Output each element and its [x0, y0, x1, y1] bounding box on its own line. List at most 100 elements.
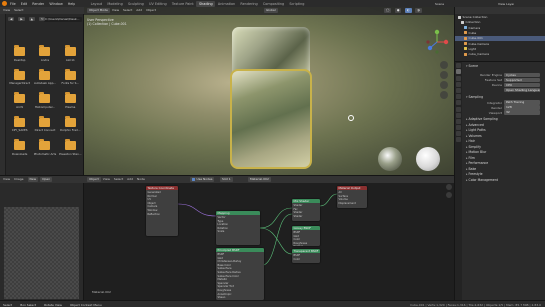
property-value[interactable]: 32	[504, 110, 540, 115]
rendered-shading-icon[interactable]: ◑	[415, 8, 422, 13]
menu-file[interactable]: File	[10, 2, 16, 6]
material-tab-icon[interactable]	[456, 137, 461, 143]
node-socket[interactable]: Shader	[294, 215, 319, 219]
property-value[interactable]: 128	[504, 105, 540, 110]
image-canvas[interactable]	[4, 207, 79, 299]
property-value[interactable]: Open Shading Language	[504, 87, 540, 93]
outliner-row[interactable]: Cube.Camera	[455, 42, 545, 47]
node-socket[interactable]: Normal	[294, 245, 319, 246]
parent-dir-icon[interactable]: ▲	[28, 17, 35, 22]
folder-item[interactable]: Fonts for S...	[58, 68, 83, 85]
outliner-row[interactable]: Collection	[455, 20, 545, 25]
node-socket[interactable]: Displacement	[339, 202, 366, 206]
physics-tab-icon[interactable]	[456, 118, 461, 124]
outliner-row[interactable]: cube_Camera	[455, 52, 545, 57]
menu-help[interactable]: Help	[68, 2, 76, 6]
node-socket[interactable]: Scale	[218, 230, 259, 234]
folder-item[interactable]: Photomatic Arts	[32, 139, 57, 156]
folder-item[interactable]: Andre	[32, 45, 57, 62]
outliner-row[interactable]: Camera	[455, 26, 545, 31]
wireframe-shading-icon[interactable]: ◯	[384, 8, 392, 13]
folder-item[interactable]: Autodesk App...	[32, 68, 57, 85]
view-layer-selector[interactable]: View Layer	[498, 2, 514, 6]
folder-item[interactable]: Plasma	[58, 92, 83, 109]
ie-menu-view[interactable]: View	[3, 177, 10, 181]
node-socket[interactable]: Color	[294, 258, 319, 262]
solid-shading-icon[interactable]: ●	[394, 8, 402, 13]
pan-hand-icon[interactable]	[440, 71, 448, 79]
tab-compositing[interactable]: Compositing	[260, 1, 286, 7]
menu-render[interactable]: Render	[32, 2, 44, 6]
folder-item[interactable]: Dolphin Frad...	[58, 115, 83, 132]
outliner-row[interactable]: Cube.001	[455, 36, 545, 42]
ortho-grid-icon[interactable]	[440, 91, 448, 99]
section-header[interactable]: Color Management	[464, 178, 544, 184]
3d-viewport[interactable]: Object Mode View Select Add Object Global ◯…	[84, 7, 454, 175]
open-image-button[interactable]: Open	[40, 177, 53, 182]
tab-rendering[interactable]: Rendering	[238, 1, 261, 7]
property-value[interactable]: Cycles	[504, 72, 540, 78]
fb-menu-select[interactable]: Select	[14, 8, 23, 12]
new-image-button[interactable]: New	[27, 177, 39, 182]
back-arrow-icon[interactable]: ◀	[8, 17, 15, 22]
view-layer-tab-icon[interactable]	[456, 81, 461, 87]
scene-tab-icon[interactable]	[456, 87, 461, 93]
transform-orientation-dropdown[interactable]: Global	[264, 8, 278, 13]
particles-tab-icon[interactable]	[456, 112, 461, 118]
viewport-menu-object[interactable]: Object	[146, 8, 156, 12]
folder-item[interactable]: Downloads	[7, 139, 32, 156]
outliner-row[interactable]: Light	[455, 47, 545, 52]
shader-node-editor[interactable]: Object View Select Add Node Use Nodes Slot 1…	[84, 175, 454, 300]
tool-tab-icon[interactable]	[456, 63, 461, 69]
folder-item[interactable]: ALC11	[58, 45, 83, 62]
tab-texture-paint[interactable]: Texture Paint	[169, 1, 196, 7]
object-mode-dropdown[interactable]: Object Mode	[87, 8, 110, 13]
folder-item[interactable]: Direct Connect	[32, 115, 57, 132]
world-tab-icon[interactable]	[456, 94, 461, 100]
viewport-menu-select[interactable]: Select	[123, 8, 132, 12]
constraints-tab-icon[interactable]	[456, 125, 461, 131]
output-tab-icon[interactable]	[456, 75, 461, 81]
folder-item[interactable]: HAComputer...	[32, 92, 57, 109]
scene-selector[interactable]: Scene	[435, 2, 444, 6]
modifier-tab-icon[interactable]	[456, 106, 461, 112]
folder-item[interactable]: ManagerDirect	[7, 68, 32, 85]
mix-shader-node[interactable]: Mix Shader Shader Fac Shader Shader	[292, 199, 320, 221]
folder-item[interactable]: ArchI	[7, 92, 32, 109]
folder-item[interactable]: Poseidon Stan...	[58, 139, 83, 156]
material-preview-icon[interactable]: ◐	[404, 8, 412, 13]
data-tab-icon[interactable]	[456, 131, 461, 137]
outliner-row[interactable]: Cube	[455, 31, 545, 36]
tab-uv-editing[interactable]: UV Editing	[146, 1, 169, 7]
principled-bsdf-node[interactable]: Principled BSDF BSDF GGX Christensen-Burle…	[216, 248, 264, 300]
tab-modeling[interactable]: Modeling	[105, 1, 126, 7]
mapping-node[interactable]: Mapping Vector Type Location Rotation Scale	[216, 211, 260, 245]
viewport-menu-view[interactable]: View	[112, 8, 119, 12]
menu-window[interactable]: Window	[49, 2, 62, 6]
property-value[interactable]: Path Tracing	[504, 100, 540, 105]
zoom-icon[interactable]	[446, 184, 452, 190]
texture-coordinate-node[interactable]: Texture Coordinate Generated Normal UV Obje…	[146, 186, 178, 236]
folder-item[interactable]: CPY_SAVES	[7, 115, 32, 132]
object-tab-icon[interactable]	[456, 100, 461, 106]
viewport-menu-add[interactable]: Add	[136, 8, 142, 12]
property-value[interactable]: CPU	[504, 82, 540, 88]
refresh-icon[interactable]: ↻	[38, 17, 46, 22]
render-tab-icon[interactable]	[456, 69, 461, 75]
property-value[interactable]: Supported	[504, 77, 540, 83]
pan-hand-icon[interactable]	[446, 192, 452, 198]
file-path-input[interactable]: C:\Users\Daniel\Desk...	[44, 17, 82, 22]
camera-view-icon[interactable]	[440, 81, 448, 89]
navigation-gizmo-icon[interactable]	[424, 29, 450, 55]
transparent-bsdf-node[interactable]: Transparent BSDF BSDF Color	[292, 249, 320, 263]
material-output-node[interactable]: Material Output All Surface Volume Displace…	[337, 186, 367, 208]
blender-logo-icon[interactable]	[2, 1, 7, 6]
glossy-bsdf-node[interactable]: Glossy BSDF BSDFGGXColorRoughnessNormal	[292, 226, 320, 246]
tab-layout[interactable]: Layout	[88, 1, 105, 7]
menu-edit[interactable]: Edit	[21, 2, 28, 6]
forward-arrow-icon[interactable]: ▶	[18, 17, 25, 22]
glass-cube-object[interactable]	[230, 69, 312, 169]
fb-menu-view[interactable]: View	[3, 8, 10, 12]
tab-sculpting[interactable]: Sculpting	[125, 1, 146, 7]
node-socket[interactable]: Reflection	[148, 213, 177, 217]
